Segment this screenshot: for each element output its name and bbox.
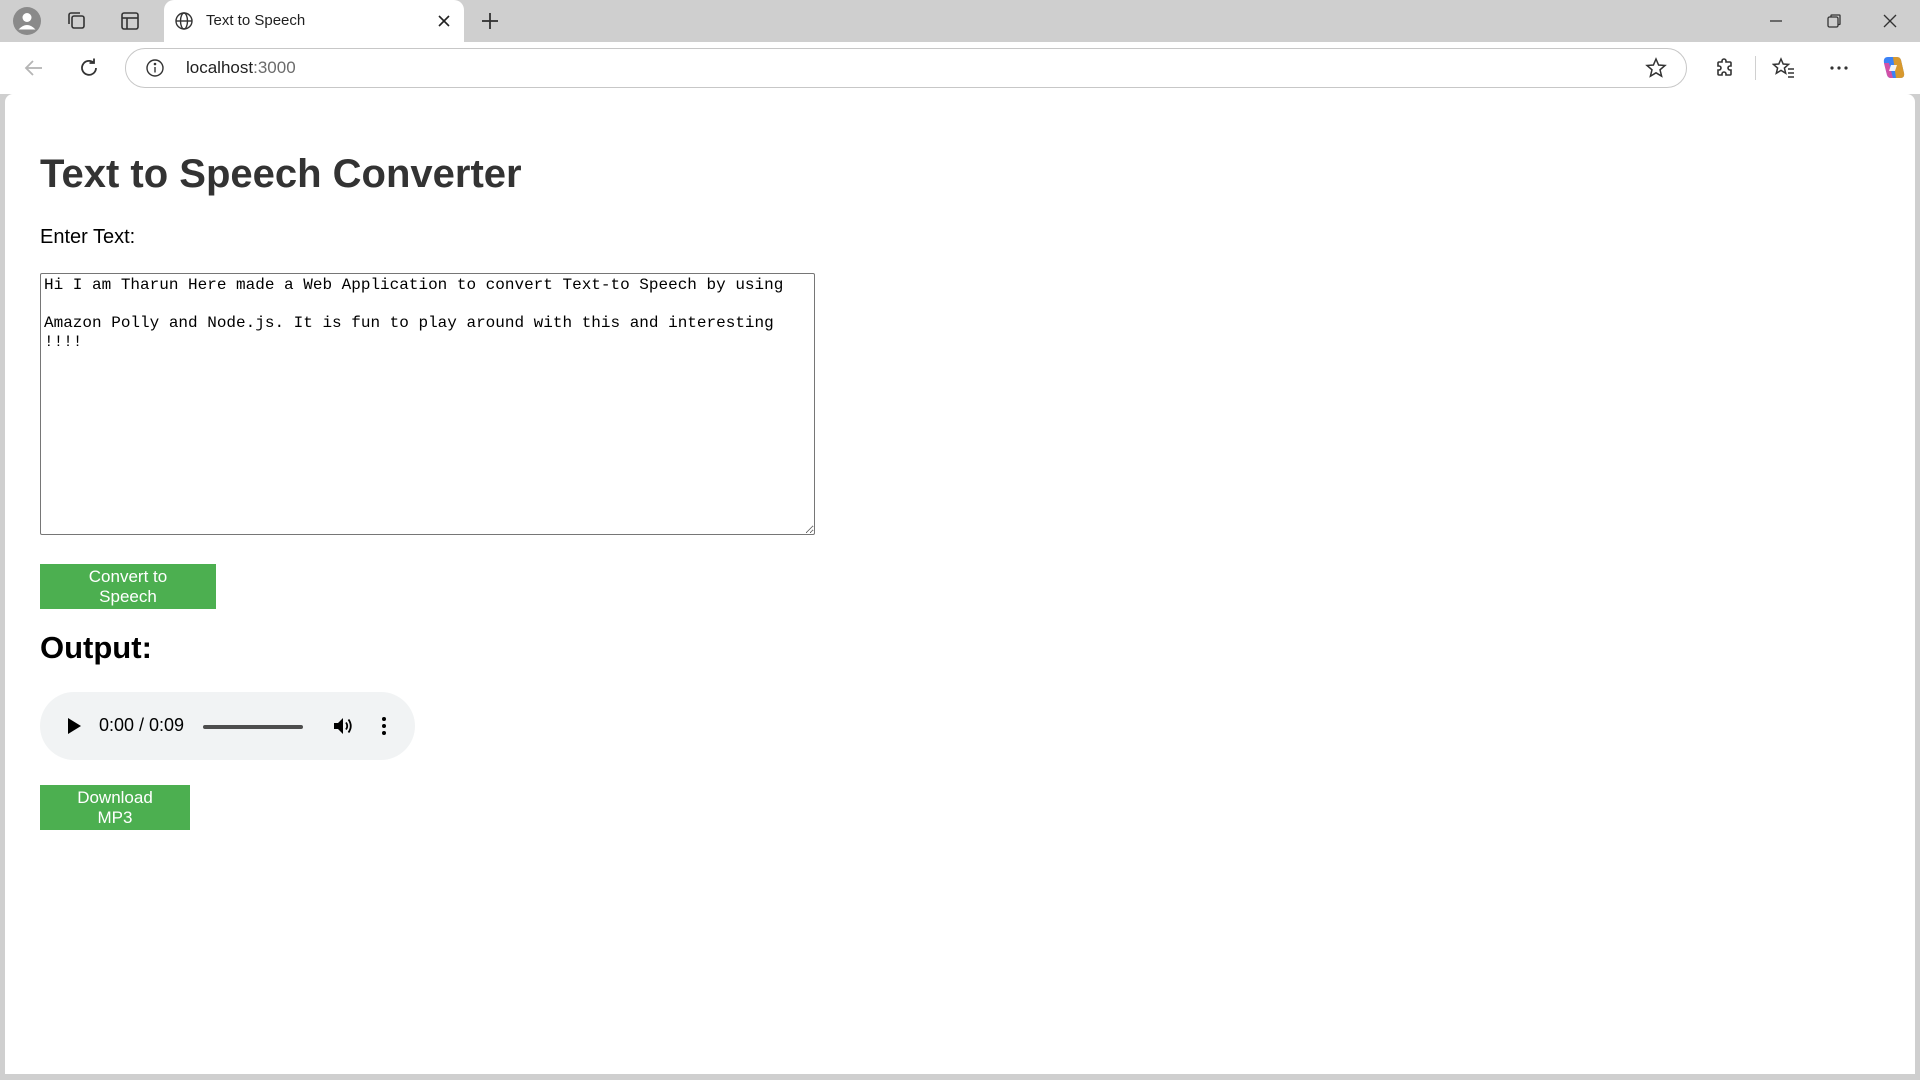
globe-icon	[172, 9, 196, 33]
restore-icon[interactable]	[1806, 0, 1862, 42]
audio-options-icon[interactable]	[374, 712, 394, 740]
play-icon[interactable]	[60, 712, 88, 740]
profile-icon[interactable]	[11, 5, 43, 37]
tab-actions-icon[interactable]	[114, 5, 146, 37]
extensions-icon[interactable]	[1707, 50, 1743, 86]
tab-title: Text to Speech	[206, 12, 306, 29]
window-bottom-edge	[0, 1074, 1920, 1080]
back-icon[interactable]	[16, 50, 52, 86]
toolbar-divider	[1755, 56, 1756, 80]
url-host: localhost	[186, 58, 254, 77]
volume-icon[interactable]	[329, 712, 357, 740]
convert-to-speech-button[interactable]: Convert to Speech	[40, 564, 216, 609]
tab-strip: Text to Speech	[0, 0, 1920, 42]
url-port: :3000	[253, 58, 296, 77]
tab-text-to-speech[interactable]: Text to Speech	[164, 0, 464, 42]
url-text[interactable]: localhost:3000	[186, 58, 296, 78]
download-mp3-button[interactable]: Download MP3	[40, 785, 190, 830]
page-viewport: Text to Speech Converter Enter Text: Hi …	[5, 94, 1915, 1074]
minimize-icon[interactable]	[1748, 0, 1804, 42]
page-title: Text to Speech Converter	[40, 152, 522, 196]
audio-player: 0:00 / 0:09	[40, 692, 415, 760]
favorite-star-icon[interactable]	[1644, 56, 1668, 80]
refresh-icon[interactable]	[71, 50, 107, 86]
browser-toolbar: localhost:3000	[0, 42, 1920, 94]
more-icon[interactable]	[1821, 50, 1857, 86]
audio-seek-slider[interactable]	[203, 725, 303, 729]
site-info-icon[interactable]	[144, 57, 166, 79]
window-close-icon[interactable]	[1862, 0, 1918, 42]
workspaces-icon[interactable]	[61, 5, 93, 37]
address-bar[interactable]: localhost:3000	[125, 48, 1687, 88]
audio-time: 0:00 / 0:09	[99, 715, 185, 735]
close-icon[interactable]	[432, 9, 456, 33]
new-tab-icon[interactable]	[474, 5, 506, 37]
text-input[interactable]: Hi I am Tharun Here made a Web Applicati…	[40, 273, 815, 535]
favorites-icon[interactable]	[1766, 50, 1802, 86]
copilot-icon[interactable]	[1875, 50, 1911, 86]
output-heading: Output:	[40, 630, 152, 665]
enter-text-label: Enter Text:	[40, 226, 136, 248]
